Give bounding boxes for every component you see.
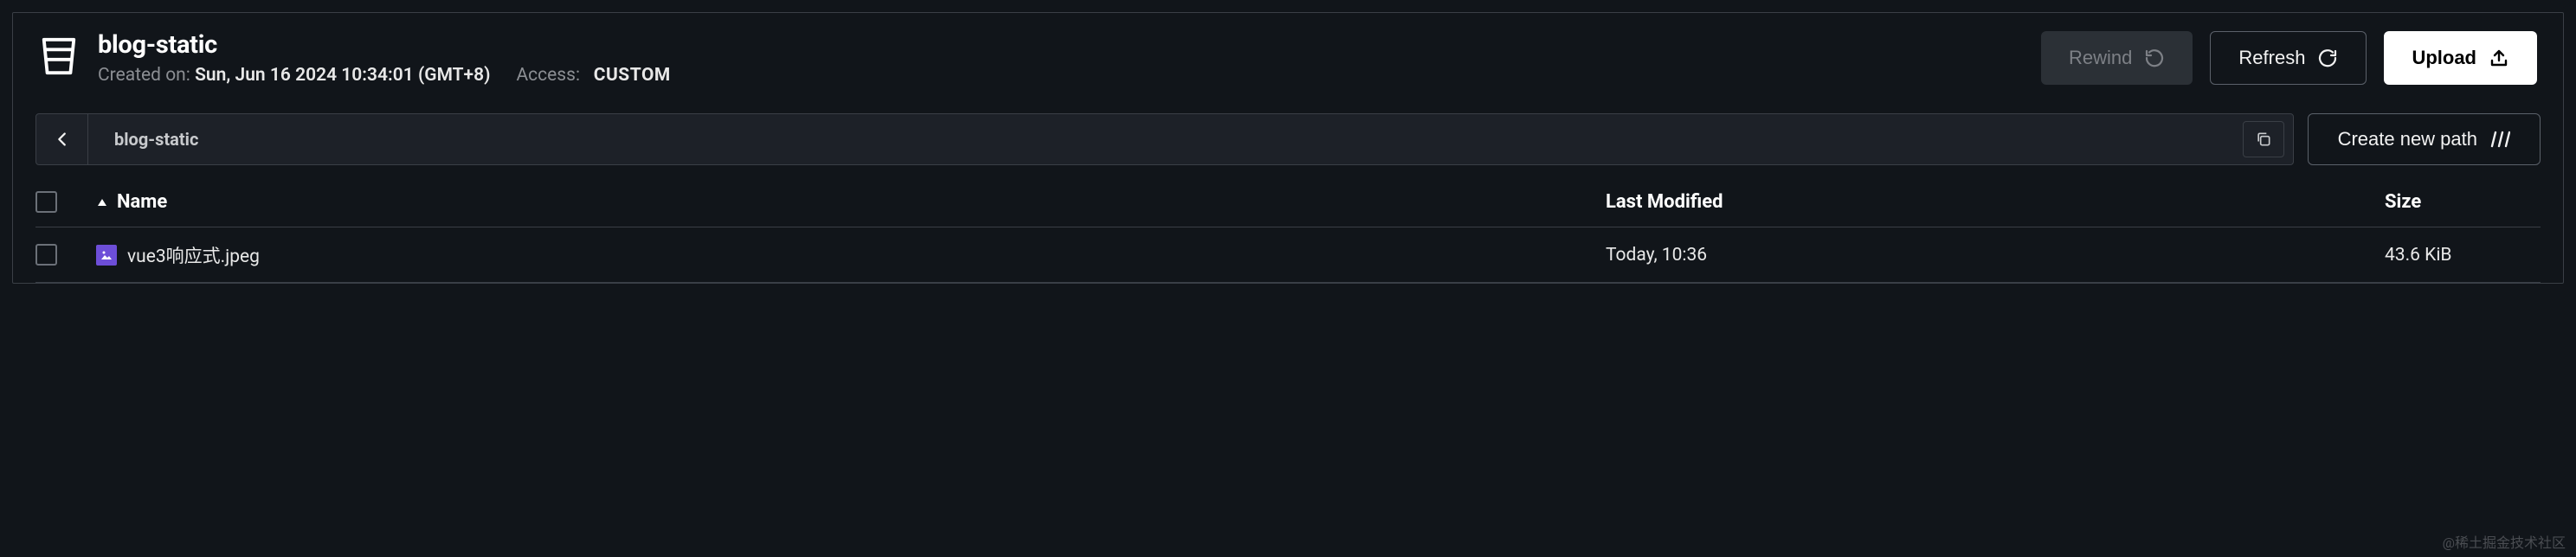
header-actions: Rewind Refresh Upload [2041,31,2537,85]
rewind-button: Rewind [2041,31,2193,85]
rewind-label: Rewind [2069,47,2132,69]
bucket-icon [39,35,79,81]
access-label: Access: [516,65,580,86]
breadcrumb-path[interactable]: blog-static [88,129,2243,150]
create-path-label: Create new path [2338,128,2477,150]
breadcrumb-container: blog-static [35,113,2294,165]
table-header: Name Last Modified Size [35,177,2541,227]
watermark: @稀土掘金技术社区 [2443,531,2566,552]
table-row[interactable]: vue3响应式.jpeg Today, 10:36 43.6 KiB [35,227,2541,283]
header-meta: Created on: Sun, Jun 16 2024 10:34:01 (G… [98,65,671,86]
sort-asc-icon [96,197,108,208]
created-value: Sun, Jun 16 2024 10:34:01 (GMT+8) [195,65,490,86]
upload-button[interactable]: Upload [2384,31,2537,85]
created-label: Created on: [98,65,190,86]
access-info: Access: CUSTOM [516,65,670,86]
image-file-icon [96,245,117,266]
header-info: blog-static Created on: Sun, Jun 16 2024… [98,30,671,86]
bucket-header: blog-static Created on: Sun, Jun 16 2024… [13,13,2563,101]
access-value: CUSTOM [594,65,671,86]
bucket-title: blog-static [98,30,671,60]
column-name-header[interactable]: Name [96,191,1606,213]
copy-icon [2255,131,2272,148]
column-modified-header[interactable]: Last Modified [1606,191,2385,213]
chevron-left-icon [53,130,72,149]
path-icon [2489,130,2510,149]
file-modified: Today, 10:36 [1606,245,2385,266]
column-name-label: Name [117,191,167,213]
upload-label: Upload [2412,47,2476,69]
column-size-header[interactable]: Size [2385,191,2541,213]
upload-icon [2489,48,2509,68]
header-left: blog-static Created on: Sun, Jun 16 2024… [39,30,671,86]
created-info: Created on: Sun, Jun 16 2024 10:34:01 (G… [98,65,490,86]
select-all-cell [35,191,96,213]
file-name-cell: vue3响应式.jpeg [96,242,1606,268]
refresh-button[interactable]: Refresh [2210,31,2367,85]
file-table: Name Last Modified Size vue3响应式.jpeg Tod… [13,177,2563,283]
refresh-icon [2317,48,2338,68]
toolbar: blog-static Create new path [13,101,2563,177]
copy-path-button[interactable] [2243,121,2284,157]
select-all-checkbox[interactable] [35,191,57,213]
rewind-icon [2144,48,2165,68]
back-button[interactable] [36,114,88,164]
file-size: 43.6 KiB [2385,245,2541,266]
bucket-panel: blog-static Created on: Sun, Jun 16 2024… [12,12,2564,284]
file-name: vue3响应式.jpeg [127,242,260,268]
row-checkbox-cell [35,244,96,266]
row-checkbox[interactable] [35,244,57,266]
refresh-label: Refresh [2238,47,2305,69]
create-path-button[interactable]: Create new path [2308,113,2541,165]
